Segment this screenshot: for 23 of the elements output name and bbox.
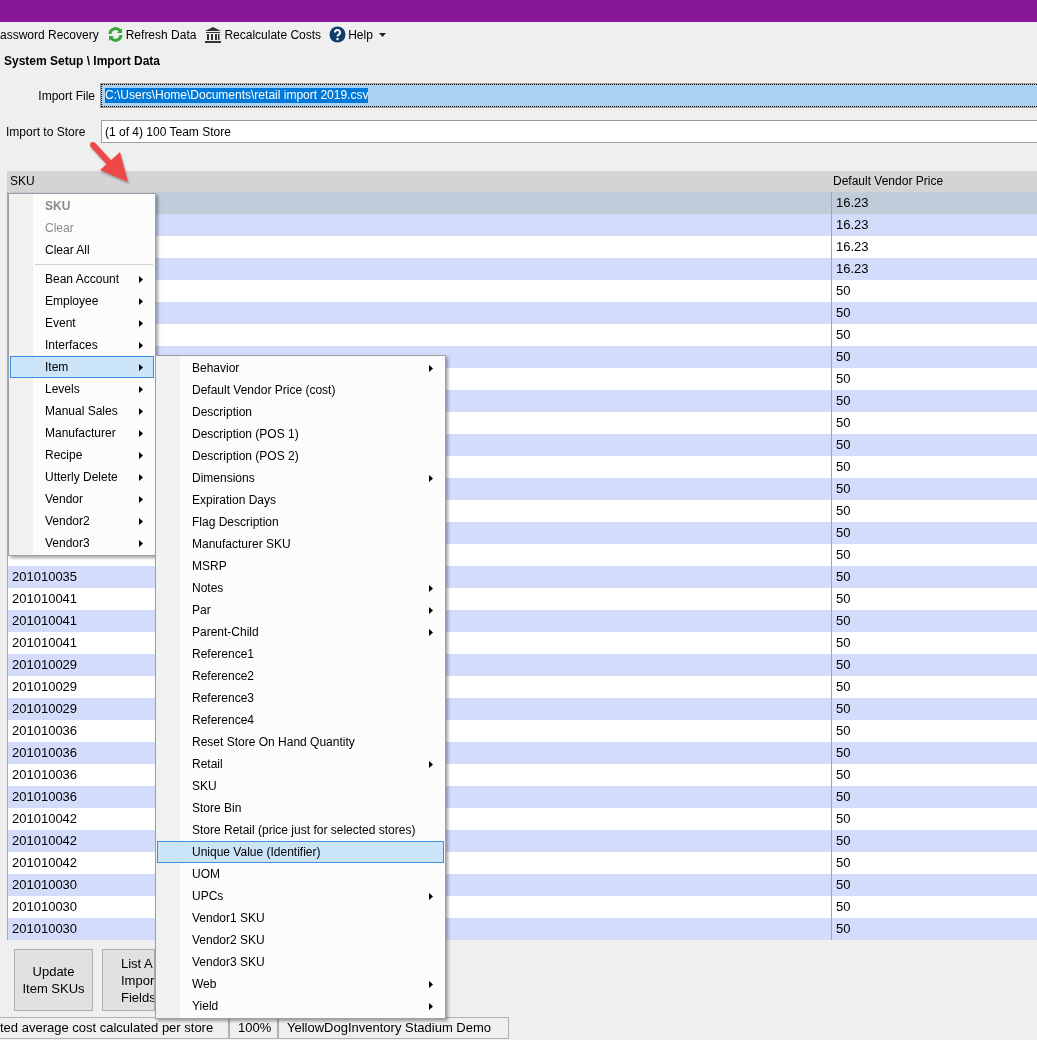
table-cell-text: 201010035 <box>12 568 78 586</box>
table-cell: 50 <box>831 918 1037 940</box>
table-cell-text: 201010036 <box>12 744 78 762</box>
table-cell-text: 201010041 <box>12 634 78 652</box>
table-cell-text: 201010041 <box>12 612 78 630</box>
table-cell-text: 201010029 <box>12 678 78 696</box>
field-label: Import to Store <box>5 124 87 139</box>
table-cell-text: 201010029 <box>12 656 78 674</box>
table-cell-text: 201010030 <box>12 898 78 916</box>
breadcrumb: System Setup \ Import Data <box>3 53 161 70</box>
table-cell-text: 201010030 <box>12 876 78 894</box>
table-cell-text: 201010042 <box>12 810 78 828</box>
table-cell-text: 201010036 <box>12 788 78 806</box>
table-cell-text: 201010029 <box>12 700 78 718</box>
table-cell-text: 201010036 <box>12 722 78 740</box>
table-cell-text: 201010036 <box>12 766 78 784</box>
column-header: Default Vendor Price <box>832 173 945 190</box>
table-cell-text: 201010030 <box>12 920 78 938</box>
column-header: SKU <box>9 173 36 190</box>
table-cell-text: 201010042 <box>12 832 78 850</box>
table-cell-text: 201010041 <box>12 590 78 608</box>
field-label: Import File <box>37 88 96 103</box>
table-cell-text: 201010042 <box>12 854 78 872</box>
